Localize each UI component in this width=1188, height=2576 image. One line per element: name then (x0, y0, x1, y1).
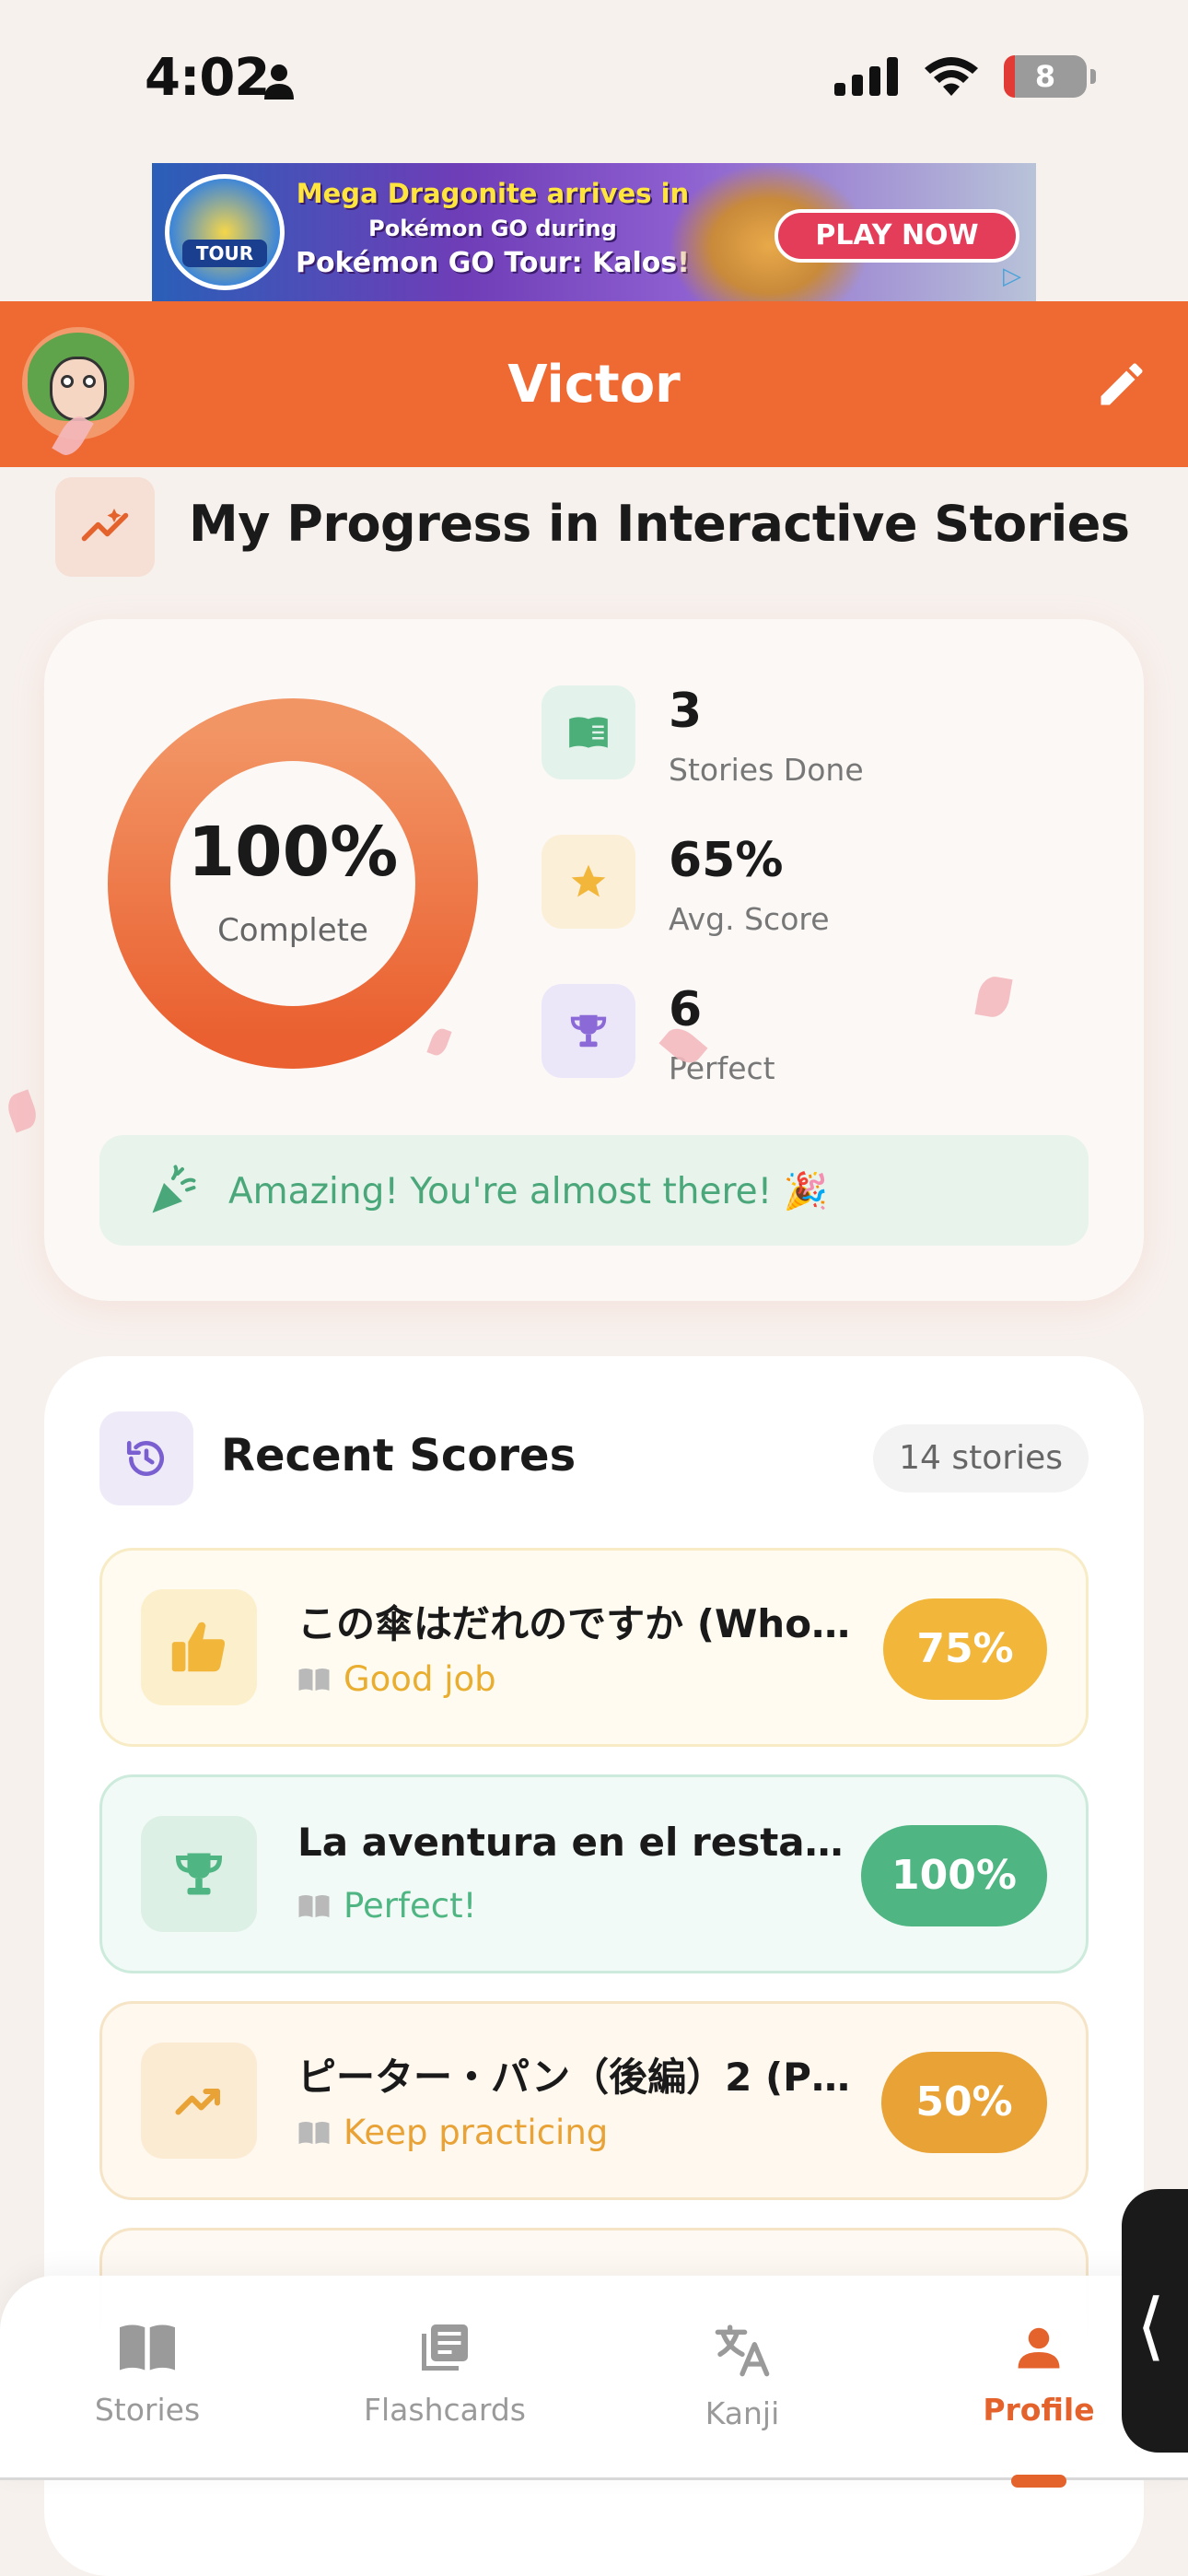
cards-icon (422, 2324, 468, 2371)
ad-banner[interactable]: TOUR Mega Dragonite arrives in Pokémon G… (152, 163, 1036, 301)
trending-up-sparkle-icon (81, 509, 129, 542)
row-icon-box (141, 1816, 257, 1932)
recent-scores-icon-box (99, 1411, 193, 1505)
thumbs-up-icon (171, 1622, 225, 1672)
cellular-signal-icon (834, 57, 898, 96)
stat-icon-box (542, 685, 635, 779)
trending-up-icon (175, 2089, 220, 2115)
person-icon (1018, 2327, 1060, 2369)
nav-item-stories[interactable]: Stories (46, 2320, 249, 2428)
nav-item-kanji[interactable]: Kanji (641, 2320, 844, 2431)
stat-avg-score: 65% Avg. Score (542, 833, 1057, 937)
battery-indicator: 8 (1004, 55, 1096, 98)
status-indicators: 8 (834, 55, 1096, 98)
encouragement-text: Amazing! You're almost there! 🎉 (228, 1171, 829, 1212)
story-title: La aventura en el restaurante (297, 1820, 868, 1865)
ad-play-now-button[interactable]: PLAY NOW (775, 209, 1019, 263)
wifi-icon (925, 57, 978, 96)
chevron-left-icon: ⟨ (1136, 2283, 1166, 2369)
progress-card: 100% Complete 3 Stories Done 65% Avg. Sc… (44, 619, 1144, 1301)
page-title: Victor (507, 355, 681, 415)
edit-pencil-icon[interactable] (1094, 357, 1149, 412)
stories-count-badge: 14 stories (873, 1424, 1089, 1493)
book-small-icon (298, 1668, 330, 1691)
status-bar: 4:02 8 (0, 0, 1188, 161)
score-row[interactable]: この傘はだれのですか (Whose umbrella is this?) Goo… (99, 1548, 1089, 1747)
row-status: Keep practicing (297, 2113, 608, 2152)
history-icon (126, 1441, 164, 1476)
book-small-icon (298, 2121, 330, 2144)
stat-icon-box (542, 835, 635, 929)
nav-item-profile[interactable]: Profile (938, 2320, 1140, 2428)
trophy-icon (175, 1853, 223, 1895)
person-status-icon (264, 64, 294, 100)
row-icon-box (141, 2043, 257, 2159)
app-header: Victor (0, 301, 1188, 467)
story-title: この傘はだれのですか (Whose umbrella is this?) (297, 1601, 868, 1646)
row-icon-box (141, 1589, 257, 1705)
party-popper-icon (152, 1165, 196, 1213)
book-small-icon (298, 1894, 330, 1917)
book-icon (569, 717, 608, 748)
score-row[interactable]: ピーター・パン（後編）2 (Peter Pan) Keep practicing… (99, 2001, 1089, 2200)
trophy-icon (570, 1014, 607, 1048)
completion-percent: 100% (187, 813, 399, 892)
petal-decoration (4, 1089, 41, 1133)
book-open-icon (120, 2324, 175, 2371)
progress-section-icon-box (55, 477, 155, 577)
score-row[interactable]: La aventura en el restaurante Perfect! 1… (99, 1774, 1089, 1973)
encouragement-banner: Amazing! You're almost there! 🎉 (99, 1135, 1089, 1246)
status-time: 4:02 (145, 48, 270, 108)
ad-headline: Mega Dragonite arrives in Pokémon GO dur… (296, 178, 690, 279)
bottom-nav: Stories Flashcards Kanji Profile (0, 2276, 1188, 2480)
translate-icon (715, 2324, 770, 2377)
score-percent-badge: 100% (861, 1825, 1047, 1926)
star-icon (571, 864, 606, 897)
row-status: Perfect! (297, 1886, 476, 1926)
section-title: My Progress in Interactive Stories (189, 495, 1130, 553)
recent-scores-title: Recent Scores (221, 1430, 577, 1481)
score-percent-badge: 75% (883, 1598, 1047, 1700)
side-panel-handle[interactable]: ⟨ (1122, 2189, 1188, 2453)
row-status: Good job (297, 1659, 496, 1699)
active-tab-indicator (1011, 2475, 1066, 2488)
score-percent-badge: 50% (881, 2052, 1047, 2153)
stat-stories-done: 3 Stories Done (542, 684, 1057, 788)
ad-logo: TOUR (165, 174, 285, 290)
stat-icon-box (542, 984, 635, 1078)
completion-label: Complete (217, 912, 368, 949)
story-title: ピーター・パン（後編）2 (Peter Pan) (297, 2055, 868, 2100)
nav-item-flashcards[interactable]: Flashcards (344, 2320, 546, 2428)
ad-choices-icon[interactable]: ▷ (992, 263, 1032, 299)
